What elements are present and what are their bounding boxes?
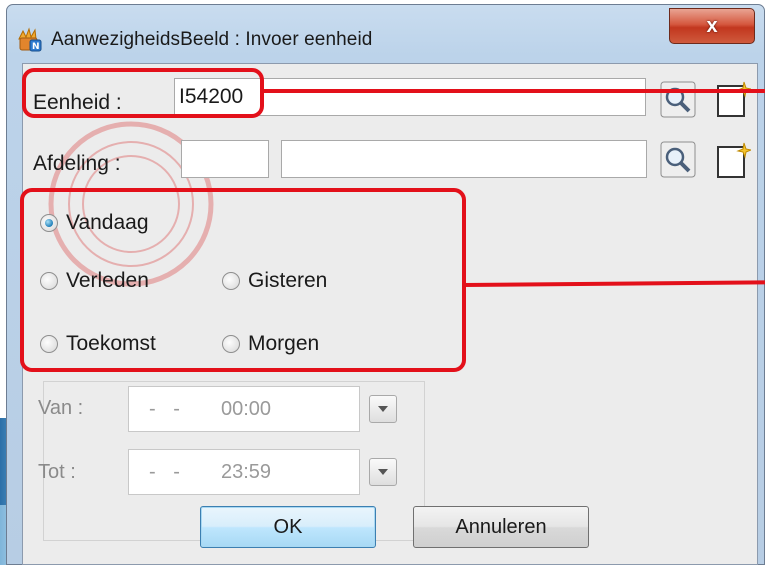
radio-label: Gisteren <box>248 269 328 292</box>
radio-morgen[interactable]: Morgen <box>222 332 319 356</box>
radio-dot <box>40 214 58 232</box>
title-bar[interactable]: N AanwezigheidsBeeld : Invoer eenheid x <box>7 5 764 63</box>
app-icon: N <box>18 27 42 52</box>
radio-label: Toekomst <box>66 332 156 355</box>
radio-gisteren[interactable]: Gisteren <box>222 269 327 293</box>
van-datetime-input[interactable]: - - 00:00 <box>128 386 360 432</box>
tot-datetime-input[interactable]: - - 23:59 <box>128 449 360 495</box>
van-label: Van : <box>38 397 84 419</box>
cancel-button[interactable]: Annuleren <box>413 506 589 548</box>
new-record-icon[interactable] <box>715 80 751 118</box>
ok-button[interactable]: OK <box>200 506 376 548</box>
van-date: - - <box>149 398 186 420</box>
radio-dot <box>40 272 58 290</box>
dialog-window: N AanwezigheidsBeeld : Invoer eenheid x … <box>6 4 765 565</box>
radio-vandaag[interactable]: Vandaag <box>40 211 149 235</box>
dialog-body: Eenheid : I54200 Afdeling : Vandaag Verl… <box>22 63 758 565</box>
tot-time: 23:59 <box>221 461 272 483</box>
new-record-icon[interactable] <box>715 141 751 179</box>
svg-text:N: N <box>32 42 40 52</box>
dropdown-arrow-icon <box>378 469 388 475</box>
search-icon[interactable] <box>660 141 696 179</box>
window-title: AanwezigheidsBeeld : Invoer eenheid <box>51 29 373 50</box>
search-icon[interactable] <box>660 81 696 119</box>
radio-dot <box>40 335 58 353</box>
radio-toekomst[interactable]: Toekomst <box>40 332 156 356</box>
afdeling-code-input[interactable] <box>181 140 269 178</box>
tot-dropdown-button[interactable] <box>369 458 397 486</box>
radio-verleden[interactable]: Verleden <box>40 269 149 293</box>
eenheid-label: Eenheid : <box>33 91 122 114</box>
dropdown-arrow-icon <box>378 406 388 412</box>
eenheid-input[interactable]: I54200 <box>174 78 646 116</box>
radio-label: Morgen <box>248 332 320 355</box>
close-icon: x <box>706 14 718 37</box>
van-dropdown-button[interactable] <box>369 395 397 423</box>
radio-label: Vandaag <box>66 211 149 234</box>
radio-label: Verleden <box>66 269 149 292</box>
close-button[interactable]: x <box>669 8 755 44</box>
tot-date: - - <box>149 461 186 483</box>
afdeling-name-input[interactable] <box>281 140 647 178</box>
afdeling-label: Afdeling : <box>33 152 121 175</box>
screenshot-stage: N AanwezigheidsBeeld : Invoer eenheid x … <box>0 0 765 565</box>
van-time: 00:00 <box>221 398 272 420</box>
radio-dot <box>222 272 240 290</box>
tot-label: Tot : <box>38 461 76 483</box>
radio-dot <box>222 335 240 353</box>
